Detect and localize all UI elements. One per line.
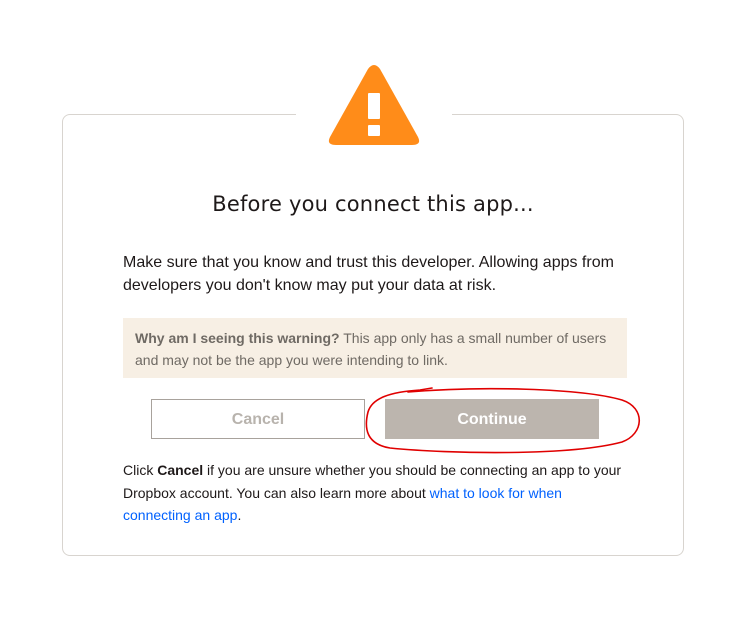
- dialog-title: Before you connect this app...: [212, 192, 534, 216]
- notice-heading: Why am I seeing this warning?: [135, 330, 340, 346]
- dialog-body-text: Make sure that you know and trust this d…: [123, 254, 614, 294]
- footer-text: Click Cancel if you are unsure whether y…: [123, 459, 633, 527]
- footer-cancel-word: Cancel: [157, 462, 204, 478]
- cancel-button[interactable]: Cancel: [151, 399, 365, 439]
- footer-part1: Click: [123, 462, 158, 478]
- continue-button[interactable]: Continue: [385, 399, 599, 439]
- footer-part3: .: [237, 507, 242, 523]
- warning-notice: Why am I seeing this warning? This app o…: [123, 318, 627, 378]
- warning-triangle-icon: [328, 65, 420, 145]
- page: Before you connect this app... Make sure…: [0, 0, 756, 629]
